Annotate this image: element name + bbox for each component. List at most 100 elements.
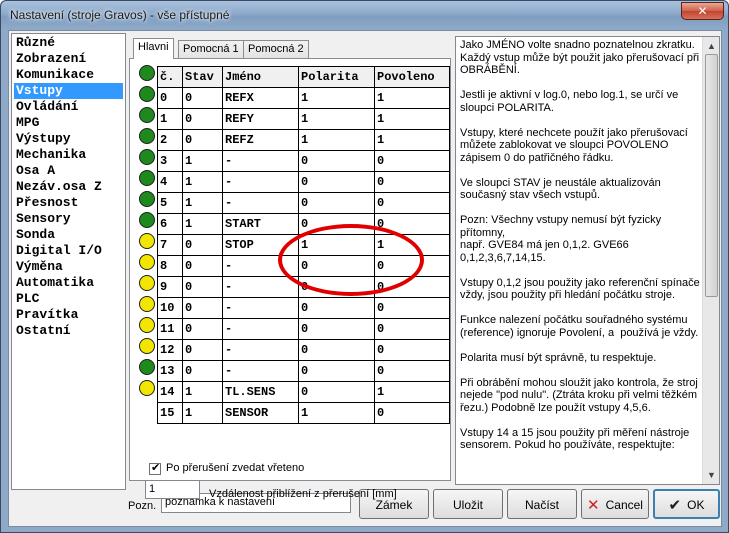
category-item[interactable]: Pravítka bbox=[14, 307, 123, 323]
category-item[interactable]: Digital I/O bbox=[14, 243, 123, 259]
cell-povoleno[interactable]: 1 bbox=[374, 108, 450, 130]
cell-jmeno[interactable]: REFY bbox=[222, 108, 299, 130]
cell-number[interactable]: 9 bbox=[157, 276, 183, 298]
cell-stav[interactable]: 0 bbox=[182, 318, 223, 340]
cell-stav[interactable]: 0 bbox=[182, 276, 223, 298]
category-item[interactable]: Mechanika bbox=[14, 147, 123, 163]
table-row[interactable]: 1 0 REFY 1 1 bbox=[157, 108, 450, 130]
cell-number[interactable]: 10 bbox=[157, 297, 183, 319]
scroll-down-icon[interactable]: ▼ bbox=[704, 467, 719, 483]
cell-stav[interactable]: 0 bbox=[182, 234, 223, 256]
category-item[interactable]: Různé bbox=[14, 35, 123, 51]
cell-povoleno[interactable]: 0 bbox=[374, 150, 450, 172]
table-row[interactable]: 31-00 bbox=[157, 150, 450, 172]
category-item[interactable]: Sensory bbox=[14, 211, 123, 227]
cell-jmeno[interactable]: - bbox=[222, 192, 299, 214]
category-item[interactable]: Nezáv.osa Z bbox=[14, 179, 123, 195]
cell-jmeno[interactable]: TL.SENS bbox=[222, 381, 299, 403]
cell-jmeno[interactable]: - bbox=[222, 339, 299, 361]
category-item[interactable]: Ovládání bbox=[14, 99, 123, 115]
cell-stav[interactable]: 1 bbox=[182, 213, 223, 235]
scroll-up-icon[interactable]: ▲ bbox=[704, 38, 719, 54]
cell-jmeno[interactable]: REFZ bbox=[222, 129, 299, 151]
cell-number[interactable]: 13 bbox=[157, 360, 183, 382]
cell-stav[interactable]: 1 bbox=[182, 150, 223, 172]
table-row[interactable]: 51-00 bbox=[157, 192, 450, 214]
cell-povoleno[interactable]: 0 bbox=[374, 318, 450, 340]
category-item[interactable]: Automatika bbox=[14, 275, 123, 291]
table-row[interactable]: 11 0-0 0 bbox=[157, 318, 450, 340]
table-row[interactable]: 15 1 SENSOR 1 0 bbox=[157, 402, 450, 424]
cell-polarita[interactable]: 0 bbox=[298, 318, 375, 340]
cell-stav[interactable]: 0 bbox=[182, 129, 223, 151]
category-item[interactable]: Osa A bbox=[14, 163, 123, 179]
table-row[interactable]: 12 0-0 0 bbox=[157, 339, 450, 361]
cell-polarita[interactable]: 1 bbox=[298, 108, 375, 130]
cell-number[interactable]: 5 bbox=[157, 192, 183, 214]
cell-number[interactable]: 15 bbox=[157, 402, 183, 424]
cell-stav[interactable]: 0 bbox=[182, 108, 223, 130]
cell-number[interactable]: 1 bbox=[157, 108, 183, 130]
table-row[interactable]: 10 0-0 0 bbox=[157, 297, 450, 319]
cell-stav[interactable]: 0 bbox=[182, 297, 223, 319]
cell-stav[interactable]: 0 bbox=[182, 360, 223, 382]
cell-stav[interactable]: 0 bbox=[182, 339, 223, 361]
help-scrollbar[interactable]: ▲ ▼ bbox=[702, 37, 719, 484]
cell-polarita[interactable]: 1 bbox=[298, 402, 375, 424]
cell-povoleno[interactable]: 0 bbox=[374, 192, 450, 214]
cell-number[interactable]: 6 bbox=[157, 213, 183, 235]
tab-hlavni[interactable]: Hlavni bbox=[133, 38, 174, 59]
category-item[interactable]: Vstupy bbox=[14, 83, 123, 99]
save-button[interactable]: Uložit bbox=[433, 489, 503, 519]
cell-stav[interactable]: 1 bbox=[182, 381, 223, 403]
category-item[interactable]: PLC bbox=[14, 291, 123, 307]
scroll-thumb[interactable] bbox=[705, 54, 718, 297]
cell-jmeno[interactable]: START bbox=[222, 213, 299, 235]
cell-number[interactable]: 2 bbox=[157, 129, 183, 151]
load-button[interactable]: Načíst bbox=[507, 489, 577, 519]
cell-stav[interactable]: 1 bbox=[182, 192, 223, 214]
cell-jmeno[interactable]: - bbox=[222, 360, 299, 382]
cell-jmeno[interactable]: SENSOR bbox=[222, 402, 299, 424]
cell-jmeno[interactable]: REFX bbox=[222, 87, 299, 109]
table-row[interactable]: 0 0 REFX 1 1 bbox=[157, 87, 450, 109]
cell-jmeno[interactable]: - bbox=[222, 297, 299, 319]
table-row[interactable]: 41-00 bbox=[157, 171, 450, 193]
cell-number[interactable]: 14 bbox=[157, 381, 183, 403]
cell-polarita[interactable]: 0 bbox=[298, 150, 375, 172]
cell-polarita[interactable]: 0 bbox=[298, 360, 375, 382]
cell-number[interactable]: 7 bbox=[157, 234, 183, 256]
category-list[interactable]: Různé Zobrazení Komunikace Vstupy Ovládání MP… bbox=[11, 33, 126, 490]
cell-povoleno[interactable]: 0 bbox=[374, 360, 450, 382]
cell-number[interactable]: 12 bbox=[157, 339, 183, 361]
cell-number[interactable]: 3 bbox=[157, 150, 183, 172]
cell-jmeno[interactable]: - bbox=[222, 150, 299, 172]
cell-polarita[interactable]: 0 bbox=[298, 192, 375, 214]
cell-polarita[interactable]: 0 bbox=[298, 297, 375, 319]
tab-pomocna-2[interactable]: Pomocná 2 bbox=[243, 40, 309, 58]
table-row[interactable]: 13 0-0 0 bbox=[157, 360, 450, 382]
cell-stav[interactable]: 0 bbox=[182, 255, 223, 277]
cell-povoleno[interactable]: 1 bbox=[374, 381, 450, 403]
cell-povoleno[interactable]: 0 bbox=[374, 402, 450, 424]
table-row[interactable]: 2 0 REFZ 1 1 bbox=[157, 129, 450, 151]
help-panel[interactable]: Jako JMÉNO volte snadno poznatelnou zkra… bbox=[455, 36, 720, 485]
cell-number[interactable]: 11 bbox=[157, 318, 183, 340]
cell-polarita[interactable]: 0 bbox=[298, 381, 375, 403]
cell-stav[interactable]: 0 bbox=[182, 87, 223, 109]
category-item[interactable]: Sonda bbox=[14, 227, 123, 243]
cell-polarita[interactable]: 0 bbox=[298, 171, 375, 193]
category-item[interactable]: Zobrazení bbox=[14, 51, 123, 67]
cell-jmeno[interactable]: - bbox=[222, 318, 299, 340]
distance-field[interactable]: 1 bbox=[145, 480, 200, 499]
category-item[interactable]: Výměna bbox=[14, 259, 123, 275]
spindle-checkbox[interactable]: ✔ bbox=[149, 461, 161, 475]
cell-polarita[interactable]: 0 bbox=[298, 339, 375, 361]
category-item[interactable]: Přesnost bbox=[14, 195, 123, 211]
cell-povoleno[interactable]: 1 bbox=[374, 129, 450, 151]
cell-povoleno[interactable]: 0 bbox=[374, 171, 450, 193]
cell-stav[interactable]: 1 bbox=[182, 171, 223, 193]
category-item[interactable]: Výstupy bbox=[14, 131, 123, 147]
tab-pomocna-1[interactable]: Pomocná 1 bbox=[178, 40, 244, 58]
cell-number[interactable]: 4 bbox=[157, 171, 183, 193]
